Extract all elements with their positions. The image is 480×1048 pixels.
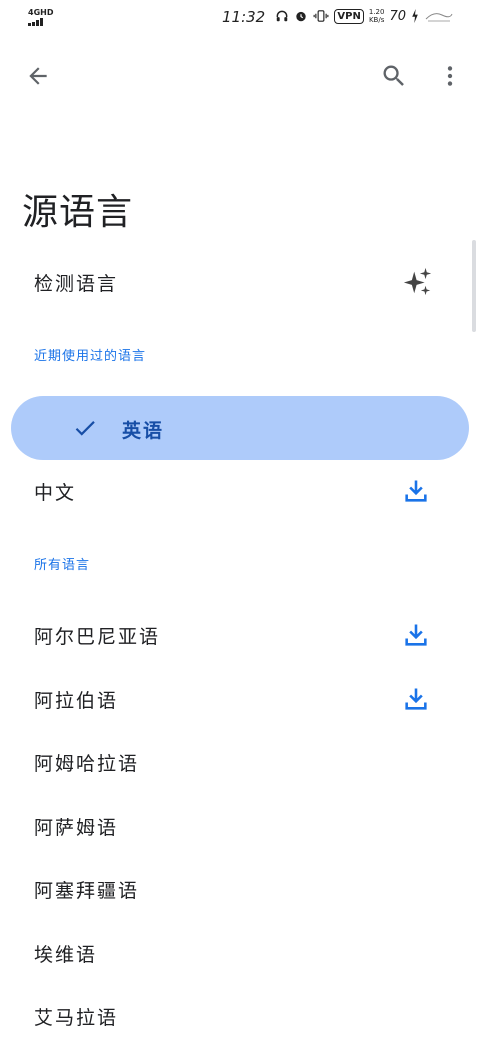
speed-value: 1.20 <box>368 8 385 16</box>
download-icon <box>405 480 427 502</box>
language-label: 艾马拉语 <box>34 1006 119 1029</box>
search-icon <box>383 65 404 86</box>
vibrate-icon <box>313 10 329 22</box>
network-speed: 1.20 KB/s <box>369 8 385 24</box>
headphones-icon <box>277 10 288 22</box>
top-app-bar <box>0 48 480 104</box>
language-label: 阿尔巴尼亚语 <box>34 625 161 648</box>
search-button[interactable] <box>370 52 418 100</box>
language-label: 中文 <box>34 481 77 504</box>
language-item-all-4[interactable]: 阿塞拜疆语 <box>0 857 480 921</box>
battery-level: 70 <box>389 8 406 24</box>
status-time: 11:32 <box>222 8 266 26</box>
vpn-badge: VPN <box>334 8 364 24</box>
page-title: 源语言 <box>22 192 134 233</box>
language-item-all-0[interactable]: 阿尔巴尼亚语 <box>0 603 480 667</box>
speed-unit: KB/s <box>368 16 385 24</box>
language-label: 阿姆哈拉语 <box>34 752 140 775</box>
language-label: 埃维语 <box>34 943 98 966</box>
language-label: 阿萨姆语 <box>34 816 119 839</box>
language-item-recent-0[interactable]: 中文 <box>0 459 480 523</box>
selected-language-item[interactable]: 英语 <box>11 396 469 460</box>
download-icon <box>405 688 427 710</box>
more-vert-icon <box>447 66 453 86</box>
back-button[interactable] <box>14 52 62 100</box>
download-icon <box>405 624 427 646</box>
language-label: 阿拉伯语 <box>34 689 119 712</box>
arrow-back-icon <box>29 67 47 85</box>
download-button[interactable] <box>400 475 432 507</box>
recent-languages-header: 近期使用过的语言 <box>34 349 147 364</box>
language-item-all-5[interactable]: 埃维语 <box>0 921 480 985</box>
charging-icon <box>412 9 418 23</box>
detect-language-label: 检测语言 <box>34 272 119 295</box>
selected-language-label: 英语 <box>122 420 165 442</box>
status-icons: VPN 1.20 KB/s 70 <box>275 8 454 24</box>
language-item-all-1[interactable]: 阿拉伯语 <box>0 667 480 731</box>
network-label: 4GHD <box>28 8 54 17</box>
language-item-all-6[interactable]: 艾马拉语 <box>0 984 480 1048</box>
status-bar: 4GHD 11:32 VPN 1.20 KB/s 70 <box>0 0 480 36</box>
battery-icon <box>425 13 453 22</box>
sparkle-icon <box>402 266 434 298</box>
signal-icon <box>28 18 50 26</box>
check-icon <box>75 421 95 436</box>
alarm-icon <box>296 11 307 22</box>
download-button[interactable] <box>400 683 432 715</box>
detect-language-item[interactable]: 检测语言 <box>0 250 480 314</box>
language-label: 阿塞拜疆语 <box>34 879 140 902</box>
download-button[interactable] <box>400 619 432 651</box>
language-item-all-3[interactable]: 阿萨姆语 <box>0 794 480 858</box>
language-item-all-2[interactable]: 阿姆哈拉语 <box>0 730 480 794</box>
network-indicator: 4GHD <box>28 8 54 26</box>
more-options-button[interactable] <box>426 52 474 100</box>
all-languages-header: 所有语言 <box>34 558 91 573</box>
